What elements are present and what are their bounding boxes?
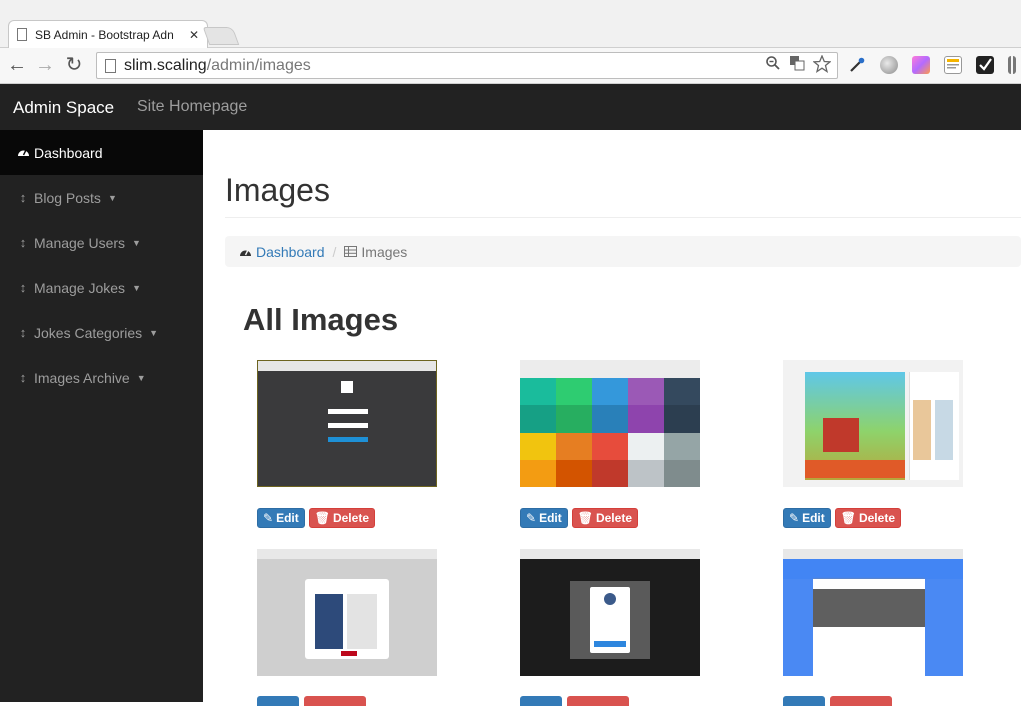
arrows-v-icon: ↕ [19, 190, 27, 205]
zoom-icon[interactable] [765, 55, 781, 78]
tab-title: SB Admin - Bootstrap Adn [35, 27, 174, 42]
table-icon [344, 244, 358, 260]
sidebar-item-label: Dashboard [34, 144, 103, 161]
sidebar-item-blog-posts[interactable]: ↕ Blog Posts ▼ [0, 175, 203, 220]
breadcrumb-dashboard-link[interactable]: Dashboard [256, 244, 325, 260]
page-icon [105, 58, 116, 73]
forward-arrow-icon[interactable]: → [34, 54, 56, 76]
sidebar-item-manage-jokes[interactable]: ↕ Manage Jokes ▼ [0, 265, 203, 310]
edit-icon: ✎ [526, 511, 537, 525]
trash-icon: 🗑 [840, 511, 856, 525]
browser-tab[interactable]: SB Admin - Bootstrap Adn ✕ [8, 20, 208, 48]
delete-button-label: Delete [595, 511, 632, 525]
site-homepage-link[interactable]: Site Homepage [137, 98, 247, 116]
sidebar-item-label: Blog Posts [34, 189, 101, 206]
dashboard-icon [16, 145, 30, 160]
check-extension-icon[interactable] [976, 56, 994, 74]
eyedropper-extension-icon[interactable] [848, 56, 866, 74]
close-tab-icon[interactable]: ✕ [189, 28, 199, 42]
reload-icon[interactable]: ↻ [63, 54, 85, 76]
edit-button[interactable]: ✎ Edit [520, 508, 568, 528]
caret-down-icon: ▼ [136, 372, 146, 383]
sidebar-item-label: Images Archive [34, 369, 130, 386]
back-arrow-icon[interactable]: ← [6, 54, 28, 76]
image-thumbnail[interactable] [783, 360, 963, 487]
divider [225, 217, 1021, 218]
new-tab-button[interactable] [202, 27, 240, 45]
notes-extension-icon[interactable] [944, 56, 962, 74]
sidebar-item-manage-users[interactable]: ↕ Manage Users ▼ [0, 220, 203, 265]
delete-button[interactable] [304, 696, 366, 706]
trash-icon: 🗑 [577, 511, 593, 525]
color-extension-icon[interactable] [912, 56, 930, 74]
image-thumbnail[interactable] [257, 360, 437, 487]
sidebar-item-images-archive[interactable]: ↕ Images Archive ▼ [0, 355, 203, 400]
edit-button[interactable] [520, 696, 562, 706]
caret-down-icon: ▼ [132, 282, 141, 293]
breadcrumb: Dashboard / Images [225, 236, 1021, 267]
bookmark-star-icon[interactable] [812, 54, 832, 78]
main-content: Images Dashboard / Images All Images ✎ Ed… [203, 130, 1021, 706]
delete-button-label: Delete [858, 511, 895, 525]
delete-button[interactable]: 🗑 Delete [571, 508, 638, 528]
section-title: All Images [243, 302, 399, 337]
edit-button[interactable] [257, 696, 299, 706]
url-host: slim.scaling [124, 56, 207, 74]
menu-icon[interactable] [1008, 56, 1016, 74]
trash-icon: 🗑 [314, 511, 330, 525]
globe-extension-icon[interactable] [880, 56, 898, 74]
sidebar-item-label: Manage Users [34, 234, 126, 251]
delete-button[interactable]: 🗑 Delete [834, 508, 901, 528]
brand-link[interactable]: Admin Space [13, 98, 114, 118]
app-navbar: Admin Space Site Homepage [0, 84, 1021, 130]
image-thumbnail[interactable] [257, 549, 437, 676]
breadcrumb-current: Images [361, 243, 408, 260]
delete-button[interactable] [830, 696, 892, 706]
edit-button[interactable]: ✎ Edit [257, 508, 305, 528]
edit-button-label: Edit [539, 511, 562, 525]
caret-down-icon: ▼ [132, 237, 141, 248]
edit-icon: ✎ [789, 511, 800, 525]
image-thumbnail[interactable] [783, 549, 963, 676]
dashboard-icon [239, 244, 252, 260]
sidebar: Dashboard ↕ Blog Posts ▼ ↕ Manage Users … [0, 130, 203, 702]
arrows-v-icon: ↕ [19, 280, 27, 295]
sidebar-item-label: Jokes Categories [34, 324, 143, 341]
page-icon [17, 28, 27, 41]
image-thumbnail[interactable] [520, 549, 700, 676]
sidebar-item-dashboard[interactable]: Dashboard [0, 130, 203, 175]
image-thumbnail[interactable] [520, 360, 700, 487]
edit-icon: ✎ [263, 511, 274, 525]
edit-button[interactable] [783, 696, 825, 706]
edit-button-label: Edit [276, 511, 299, 525]
delete-button[interactable] [567, 696, 629, 706]
sidebar-item-label: Manage Jokes [34, 279, 126, 296]
edit-button-label: Edit [802, 511, 825, 525]
edit-button[interactable]: ✎ Edit [783, 508, 831, 528]
caret-down-icon: ▼ [149, 327, 159, 338]
arrows-v-icon: ↕ [19, 235, 27, 250]
delete-button[interactable]: 🗑 Delete [308, 508, 375, 528]
delete-button-label: Delete [332, 511, 369, 525]
page-title: Images [225, 172, 330, 208]
sidebar-item-jokes-categories[interactable]: ↕ Jokes Categories ▼ [0, 310, 203, 355]
arrows-v-icon: ↕ [19, 370, 27, 385]
breadcrumb-separator: / [332, 243, 337, 260]
arrows-v-icon: ↕ [19, 325, 27, 340]
url-path: /admin/images [206, 56, 311, 74]
address-bar[interactable]: slim.scaling/admin/images [96, 52, 838, 79]
caret-down-icon: ▼ [107, 192, 117, 203]
browser-tab-bar: SB Admin - Bootstrap Adn ✕ [0, 0, 1021, 48]
translate-icon[interactable] [789, 55, 805, 78]
browser-toolbar: ← → ↻ slim.scaling/admin/images [0, 48, 1021, 84]
